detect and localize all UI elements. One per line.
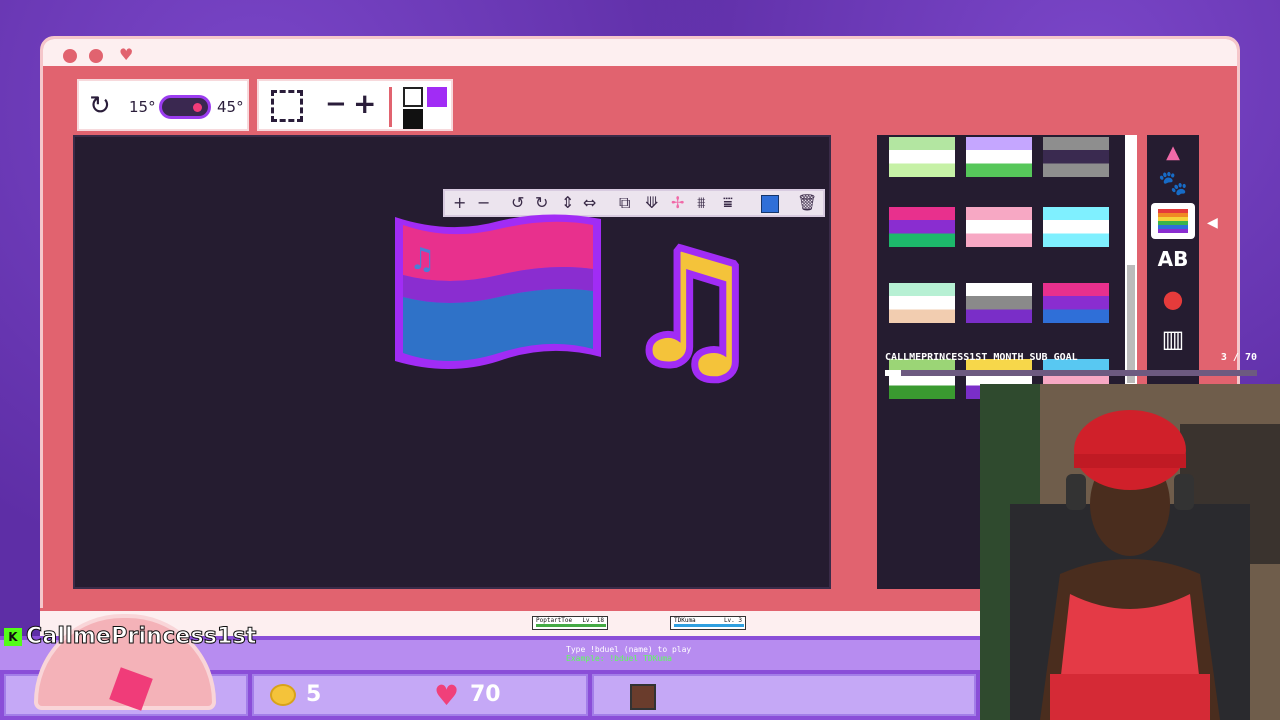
svg-text:♫: ♫ <box>631 223 759 397</box>
layer-up-icon[interactable]: ✢ <box>671 193 684 212</box>
player-name: TDKuma <box>674 617 696 624</box>
color-swatch-purple[interactable] <box>427 87 447 107</box>
player-level: Lv. 3 <box>723 617 742 624</box>
player-health-bar <box>674 624 744 627</box>
bring-front-icon[interactable]: ⩸ <box>723 193 733 213</box>
rotate-left-icon[interactable]: ↺ <box>511 193 524 212</box>
duplicate-icon[interactable]: ⧉ <box>619 193 630 213</box>
player-tag: TDKuma Lv. 3 <box>670 616 746 630</box>
webcam-person <box>980 384 1280 720</box>
flip-horizontal-icon[interactable]: ⇔ <box>583 193 596 212</box>
kick-badge-icon: K <box>4 628 22 646</box>
category-list: ▲ 🐾 AB ● ▥ <box>1147 135 1199 385</box>
goal-progress-fill <box>885 370 901 376</box>
flag-option[interactable] <box>1043 137 1109 177</box>
flag-option[interactable] <box>889 207 955 247</box>
rotation-toggle[interactable] <box>159 95 211 119</box>
music-notes-sticker[interactable]: ♫ ♫ <box>631 221 831 431</box>
minimize-dot[interactable] <box>89 49 103 63</box>
close-dot[interactable] <box>63 49 77 63</box>
player-name: PoptartToe <box>536 617 573 624</box>
paw-icon[interactable]: 🐾 <box>1151 165 1195 201</box>
rotation-panel: ↻ 15° 45° <box>77 79 249 131</box>
text-ab-icon[interactable]: AB <box>1151 241 1195 277</box>
send-back-icon[interactable]: ⩩ <box>697 193 706 213</box>
bi-music-flag-sticker[interactable]: ♫ <box>389 211 609 381</box>
zoom-in-icon[interactable]: + <box>453 193 466 212</box>
rotate-min-label: 15° <box>129 98 156 116</box>
goal-count: 3 / 70 <box>1220 352 1257 363</box>
apple-icon[interactable]: ● <box>1151 281 1195 317</box>
goal-progress-bar <box>885 370 1257 376</box>
picker-scrollbar[interactable] <box>1125 135 1137 385</box>
webcam-feed <box>980 384 1280 720</box>
svg-text:♫: ♫ <box>409 242 436 277</box>
coin-icon <box>270 684 296 706</box>
rainbow-flag-icon[interactable] <box>1151 203 1195 239</box>
player-health-bar <box>536 624 606 627</box>
heart-icon: ♥ <box>434 679 460 712</box>
flag-option[interactable] <box>966 137 1032 177</box>
flag-option[interactable] <box>889 359 955 399</box>
flag-option[interactable] <box>966 283 1032 323</box>
color-swatch-black[interactable] <box>403 109 423 129</box>
rotate-max-label: 45° <box>217 98 244 116</box>
flag-option[interactable] <box>1043 207 1109 247</box>
piano-icon[interactable]: ▥ <box>1151 321 1195 357</box>
streamer-name: K CallmePrincess1st <box>4 624 257 650</box>
flag-option[interactable] <box>1043 283 1109 323</box>
color-swatch-white[interactable] <box>403 87 423 107</box>
toggle-knob <box>193 103 202 112</box>
color-swatch-blue[interactable] <box>761 195 779 213</box>
marquee-select-icon[interactable] <box>271 90 303 122</box>
selection-panel: − + <box>257 79 453 131</box>
shrink-button[interactable]: − <box>325 89 347 119</box>
rotate-right-icon[interactable]: ↻ <box>535 193 548 212</box>
zoom-out-icon[interactable]: − <box>477 193 490 212</box>
rainbow-flag-glyph <box>1158 209 1188 233</box>
flip-vertical-icon[interactable]: ⇕ <box>561 193 574 212</box>
hint-line-2: Example: !bduel TDKuma <box>566 654 672 663</box>
heart-count: 70 <box>470 682 501 707</box>
coin-count: 5 <box>306 682 322 707</box>
flag-option[interactable] <box>889 137 955 177</box>
duel-hint: Type !bduel (name) to play Example: !bdu… <box>566 645 691 663</box>
character-sprite-icon <box>630 684 656 710</box>
layer-down-icon[interactable]: ⟱ <box>645 193 658 212</box>
player-level: Lv. 18 <box>582 617 604 624</box>
stat-panel-middle <box>252 674 588 716</box>
goal-title: CALLMEPRINCESS1ST MONTH SUB GOAL <box>885 352 1078 363</box>
hint-line-1: Type !bduel (name) to play <box>566 645 692 654</box>
scrollbar-thumb[interactable] <box>1127 265 1135 383</box>
trash-icon[interactable]: 🗑 <box>797 193 817 212</box>
category-pointer-icon: ◀ <box>1207 215 1218 231</box>
rotate-icon[interactable]: ↻ <box>89 91 111 121</box>
flag-option[interactable] <box>889 283 955 323</box>
grow-button[interactable]: + <box>353 87 376 120</box>
titlebar: ♥ <box>43 39 1237 69</box>
heart-icon[interactable]: ♥ <box>119 47 133 63</box>
divider <box>389 87 392 127</box>
flag-option[interactable] <box>966 207 1032 247</box>
player-tag: PoptartToe Lv. 18 <box>532 616 608 630</box>
streamer-username: CallmePrincess1st <box>26 624 257 650</box>
drawing-canvas[interactable]: + − ↺ ↻ ⇕ ⇔ ⧉ ⟱ ✢ ⩩ ⩸ 🗑 ♫ ♫ ♫ <box>73 135 831 589</box>
